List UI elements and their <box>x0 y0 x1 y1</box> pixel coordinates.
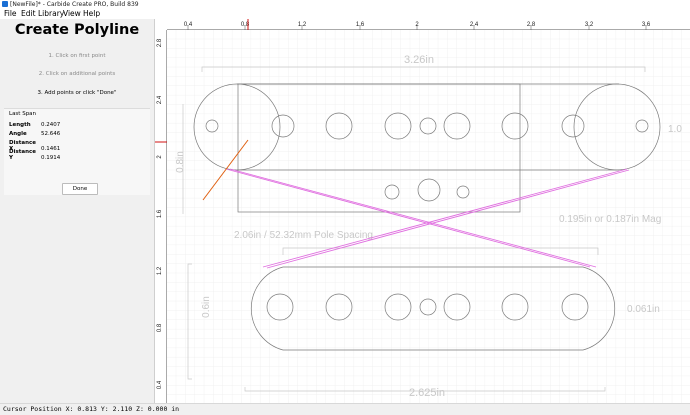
ruler-left-label: 1.2 <box>157 266 163 275</box>
tool-heading: Create Polyline <box>14 22 140 38</box>
ruler-left-label: 2.8 <box>157 38 163 47</box>
span-label: Length <box>9 122 31 128</box>
design-canvas[interactable]: 0.4 0.8 1.2 1.6 2 2.4 2.8 3.2 3.6 2.8 2.… <box>155 19 690 403</box>
span-value: 52.646 <box>41 131 61 137</box>
step-1: 1. Click on first point <box>48 53 106 59</box>
tool-sidebar: Create Polyline 1. Click on first point … <box>0 19 155 403</box>
ruler-top-label: 1.6 <box>356 22 365 28</box>
span-value: 0.2407 <box>41 122 61 128</box>
ruler-top-label: 2.4 <box>470 22 479 28</box>
ruler-left-label: 0.8 <box>157 323 163 332</box>
window-title: [NewFile]* - Carbide Create PRO, Build 8… <box>10 1 139 8</box>
title-bar: [NewFile]* - Carbide Create PRO, Build 8… <box>0 0 690 9</box>
menu-view[interactable]: View <box>63 9 81 19</box>
menu-file[interactable]: File <box>4 9 17 19</box>
span-row-distance-y: Distance Y 0.1914 <box>9 149 60 161</box>
app-icon <box>2 1 8 7</box>
dim-magnet: 0.195in or 0.187in Mag <box>559 214 661 225</box>
cursor-position: Cursor Position X: 0.813 Y: 2.110 Z: 0.0… <box>3 405 180 413</box>
last-span-title: Last Span <box>9 111 37 117</box>
span-row-length: Length 0.2407 <box>9 122 60 128</box>
menu-library[interactable]: Library <box>38 9 64 19</box>
ruler-left-label: 2.4 <box>157 95 163 104</box>
ruler-top-label: 3.6 <box>642 22 651 28</box>
dim-right-mid: 1.0 <box>668 124 682 135</box>
status-bar: Cursor Position X: 0.813 Y: 2.110 Z: 0.0… <box>0 403 690 415</box>
dim-left-lower: 0.6in <box>201 296 212 318</box>
ruler-left-label: 1.6 <box>157 209 163 218</box>
span-value: 0.1914 <box>41 155 61 161</box>
dim-left-mid: 0.8in <box>175 151 186 173</box>
ruler-top <box>155 19 690 30</box>
done-button[interactable]: Done <box>62 183 98 195</box>
ruler-top-label: 2.8 <box>527 22 536 28</box>
ruler-left-label: 0.4 <box>157 380 163 389</box>
ruler-top-label: 1.2 <box>298 22 307 28</box>
dim-pole-spacing: 2.06in / 52.32mm Pole Spacing <box>234 230 373 241</box>
span-label: Distance Y <box>9 149 36 161</box>
dim-top-width: 3.26in <box>404 54 434 66</box>
span-row-angle: Angle 52.646 <box>9 131 60 137</box>
menu-help[interactable]: Help <box>83 9 100 19</box>
dim-bottom-width: 2.625in <box>409 387 445 399</box>
step-2: 2. Click on additional points <box>38 71 116 77</box>
dim-right-lower: 0.061in <box>627 304 660 315</box>
menu-edit[interactable]: Edit <box>21 9 36 19</box>
last-span-panel: Last Span Length 0.2407 Angle 52.646 Dista… <box>4 108 150 195</box>
ruler-top-label: 0.4 <box>184 22 193 28</box>
step-3: 3. Add points or click "Done" <box>37 90 117 96</box>
ruler-top-label: 3.2 <box>585 22 594 28</box>
canvas-drawing[interactable]: 0.4 0.8 1.2 1.6 2 2.4 2.8 3.2 3.6 2.8 2.… <box>155 19 690 403</box>
span-label: Angle <box>9 131 27 137</box>
